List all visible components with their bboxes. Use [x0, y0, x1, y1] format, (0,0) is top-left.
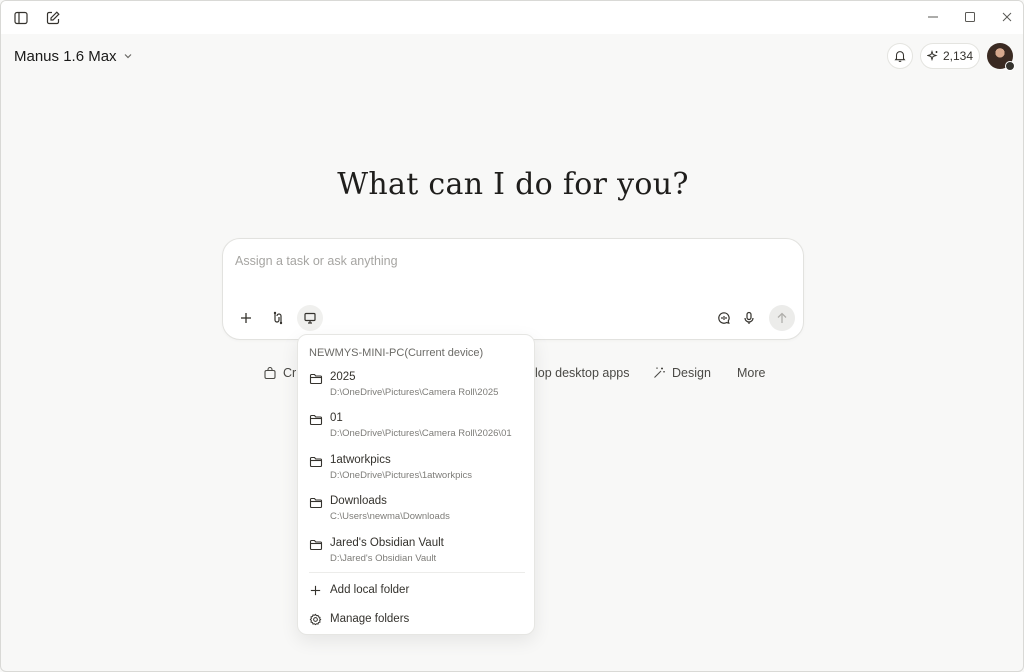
minimize-icon[interactable] [921, 7, 945, 27]
folder-item[interactable]: Downloads C:\Users\newma\Downloads [298, 493, 536, 533]
sidebar-toggle-icon[interactable] [10, 7, 32, 29]
chip-more[interactable]: More [737, 362, 765, 384]
model-label: Manus 1.6 Max [14, 47, 117, 65]
chip-label: Cr [283, 366, 297, 380]
folder-name: 01 [330, 412, 343, 424]
chevron-down-icon [124, 54, 131, 59]
credits-button[interactable]: 2,134 [920, 43, 980, 69]
folder-item[interactable]: Jared's Obsidian Vault D:\Jared's Obsidi… [298, 535, 536, 575]
add-button[interactable] [233, 305, 259, 331]
add-local-folder-label: Add local folder [330, 584, 410, 596]
monitor-icon [304, 312, 316, 324]
menu-divider [309, 572, 525, 573]
wand-icon [654, 367, 665, 378]
chip-label: lop desktop apps [535, 366, 630, 380]
sparkle-icon [926, 50, 938, 62]
maximize-icon[interactable] [958, 7, 982, 27]
chip-create[interactable]: Cr [263, 362, 296, 384]
avatar[interactable] [987, 43, 1015, 71]
task-composer [222, 238, 804, 340]
bag-icon [264, 366, 276, 380]
add-local-folder-button[interactable]: Add local folder [298, 579, 536, 603]
device-header: NEWMYS-MINI-PC(Current device) [309, 347, 484, 359]
connectors-button[interactable] [265, 305, 291, 331]
folder-path: D:\OneDrive\Pictures\1atworkpics [330, 470, 473, 481]
title-bar [1, 1, 1023, 34]
folder-icon [309, 538, 323, 552]
voice-chat-button[interactable] [711, 305, 737, 331]
chip-design[interactable]: Design [652, 362, 711, 384]
folder-icon [309, 372, 323, 386]
folder-item[interactable]: 2025 D:\OneDrive\Pictures\Camera Roll\20… [298, 369, 536, 409]
page-title: What can I do for you? [337, 167, 689, 202]
gear-icon [309, 613, 323, 627]
task-input[interactable] [235, 249, 791, 273]
credits-count: 2,134 [942, 49, 974, 63]
avatar-badge [1005, 61, 1015, 71]
model-selector[interactable]: Manus 1.6 Max [14, 46, 133, 66]
manage-folders-button[interactable]: Manage folders [298, 608, 536, 632]
chip-label: Design [672, 366, 711, 380]
notifications-button[interactable] [887, 43, 913, 69]
folder-icon [309, 413, 323, 427]
manage-folders-label: Manage folders [330, 613, 410, 625]
folder-item[interactable]: 1atworkpics D:\OneDrive\Pictures\1atwork… [298, 452, 536, 492]
folder-name: 2025 [330, 371, 356, 383]
folder-icon [309, 455, 323, 469]
folder-name: Jared's Obsidian Vault [330, 537, 444, 549]
plus-icon [241, 313, 251, 323]
microphone-icon [744, 311, 754, 324]
folder-path: D:\OneDrive\Pictures\Camera Roll\2025 [330, 387, 499, 398]
close-icon[interactable] [995, 7, 1019, 27]
folder-item[interactable]: 01 D:\OneDrive\Pictures\Camera Roll\2026… [298, 410, 536, 450]
chip-label: More [737, 366, 766, 380]
send-button[interactable] [769, 305, 795, 331]
folder-name: 1atworkpics [330, 454, 391, 466]
folder-path: D:\OneDrive\Pictures\Camera Roll\2026\01 [330, 428, 512, 439]
folder-icon [309, 496, 323, 510]
microphone-button[interactable] [736, 305, 762, 331]
folder-path: D:\Jared's Obsidian Vault [330, 553, 437, 564]
computer-button[interactable] [297, 305, 323, 331]
device-folders-menu: NEWMYS-MINI-PC(Current device) 2025 D:\O… [297, 334, 535, 635]
plus-icon [309, 584, 323, 598]
bell-icon [894, 51, 906, 63]
new-task-icon[interactable] [42, 7, 64, 29]
folder-name: Downloads [330, 495, 387, 507]
arrow-up-icon [777, 312, 787, 323]
app-window: Manus 1.6 Max 2,134 What can I do for yo… [0, 0, 1024, 672]
connectors-icon [273, 311, 283, 325]
folder-path: C:\Users\newma\Downloads [330, 511, 450, 522]
chip-develop-desktop-apps[interactable]: lop desktop apps [535, 362, 630, 384]
chat-voice-icon [718, 312, 730, 324]
